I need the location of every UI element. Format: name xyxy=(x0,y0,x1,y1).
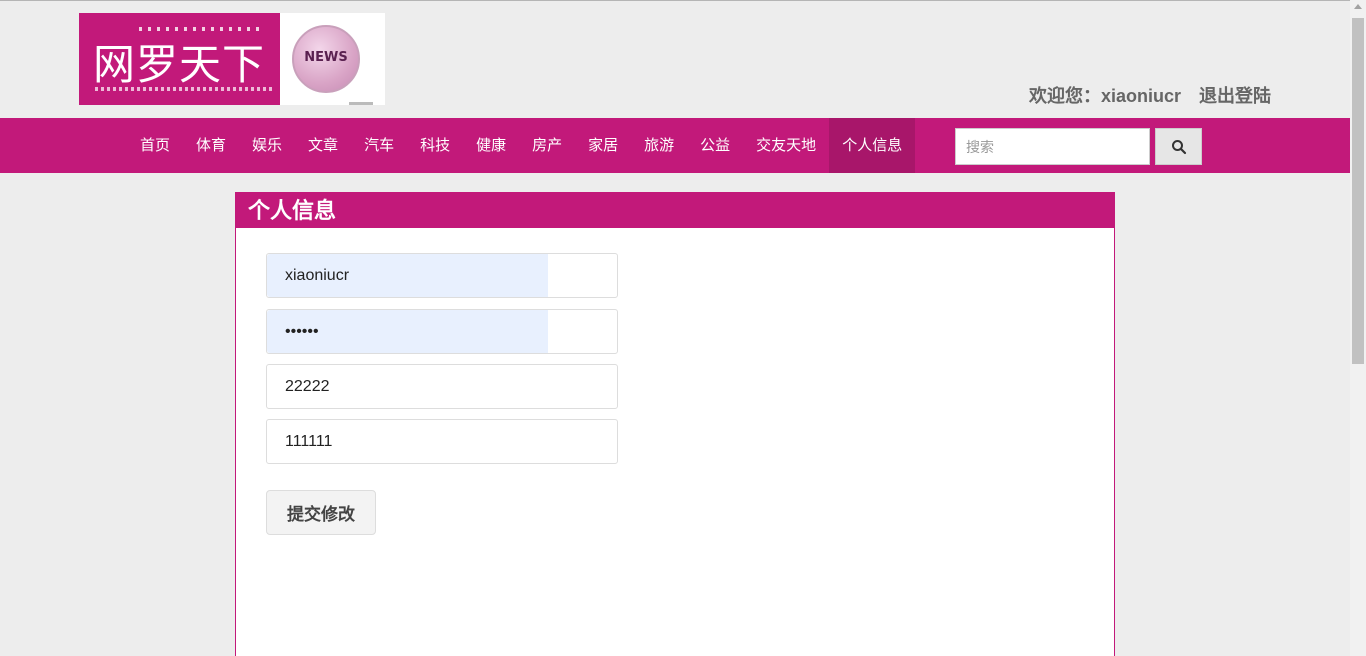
search-icon xyxy=(1171,139,1186,154)
scroll-thumb[interactable] xyxy=(1352,18,1364,364)
search-button[interactable] xyxy=(1155,128,1202,165)
password-input[interactable] xyxy=(267,310,617,353)
top-border xyxy=(0,0,1350,1)
logo-badge-block: NEWS xyxy=(280,13,385,105)
nav-item-2[interactable]: 娱乐 xyxy=(239,118,295,173)
password-field[interactable] xyxy=(266,309,618,354)
scroll-up-icon[interactable] xyxy=(1354,4,1362,9)
nav-item-7[interactable]: 房产 xyxy=(519,118,575,173)
nav-item-4[interactable]: 汽车 xyxy=(351,118,407,173)
nav-item-5[interactable]: 科技 xyxy=(407,118,463,173)
logo-text-block: 网罗天下 xyxy=(79,13,280,105)
field-4-input[interactable] xyxy=(267,420,617,463)
field-3-input[interactable] xyxy=(267,365,617,408)
nav-item-8[interactable]: 家居 xyxy=(575,118,631,173)
field-4[interactable] xyxy=(266,419,618,464)
nav-item-3[interactable]: 文章 xyxy=(295,118,351,173)
search-input[interactable] xyxy=(955,128,1150,165)
field-3[interactable] xyxy=(266,364,618,409)
submit-button[interactable]: 提交修改 xyxy=(266,490,376,535)
nav-item-9[interactable]: 旅游 xyxy=(631,118,687,173)
nav-item-12[interactable]: 个人信息 xyxy=(829,118,916,173)
nav-item-0[interactable]: 首页 xyxy=(127,118,183,173)
nav-item-1[interactable]: 体育 xyxy=(183,118,239,173)
nav-item-11[interactable]: 交友天地 xyxy=(743,118,829,173)
nav-item-10[interactable]: 公益 xyxy=(687,118,743,173)
panel-title: 个人信息 xyxy=(236,193,1114,228)
vertical-scrollbar[interactable] xyxy=(1350,0,1366,656)
nav-item-6[interactable]: 健康 xyxy=(463,118,519,173)
username-input[interactable] xyxy=(267,254,617,297)
site-logo[interactable]: 网罗天下 NEWS xyxy=(79,13,385,105)
username-field[interactable] xyxy=(266,253,618,298)
nav-items: 首页 体育 娱乐 文章 汽车 科技 健康 房产 家居 旅游 公益 交友天地 个人信息 xyxy=(127,118,916,173)
logo-title: 网罗天下 xyxy=(93,40,266,89)
welcome-text: 欢迎您：xiaoniucr xyxy=(1029,86,1182,106)
logout-link[interactable]: 退出登陆 xyxy=(1199,82,1271,106)
logo-badge-text: NEWS xyxy=(304,50,348,65)
user-bar: 欢迎您：xiaoniucr 退出登陆 xyxy=(1029,82,1271,106)
profile-panel: 个人信息 提交修改 xyxy=(235,192,1115,656)
